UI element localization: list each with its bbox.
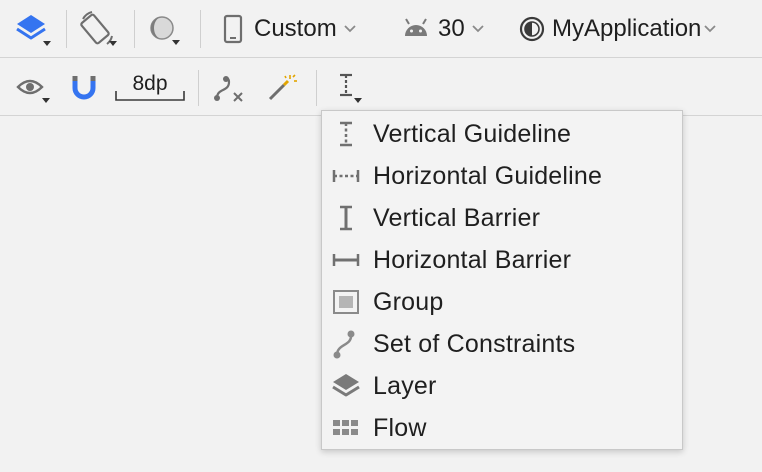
clear-constraints-button[interactable] bbox=[212, 74, 248, 104]
menu-item-set-of-constraints[interactable]: Set of Constraints bbox=[322, 323, 682, 365]
night-mode-button[interactable] bbox=[148, 13, 184, 49]
theme-label: MyApplication bbox=[552, 15, 702, 42]
eye-icon bbox=[16, 79, 50, 103]
toolbar-separator bbox=[198, 70, 199, 106]
menu-item-label: Vertical Guideline bbox=[373, 119, 572, 148]
guidelines-icon bbox=[340, 73, 362, 103]
clear-constraints-icon bbox=[214, 76, 243, 102]
flow-icon bbox=[330, 412, 362, 444]
menu-item-label: Set of Constraints bbox=[373, 329, 576, 358]
constraint-toolbar: 8dp bbox=[0, 58, 762, 116]
orientation-button[interactable] bbox=[78, 9, 118, 49]
magic-wand-icon bbox=[268, 74, 297, 101]
magnet-icon bbox=[72, 76, 96, 100]
layers-icon bbox=[16, 15, 51, 46]
rotate-device-icon bbox=[80, 11, 117, 46]
android-icon bbox=[405, 18, 427, 36]
menu-item-vertical-barrier[interactable]: Vertical Barrier bbox=[322, 197, 682, 239]
device-label: Custom bbox=[254, 15, 337, 42]
margin-selector: 8dp bbox=[114, 70, 186, 104]
infer-constraints-button[interactable] bbox=[266, 73, 298, 103]
toolbar-separator bbox=[316, 70, 317, 106]
chevron-down-icon bbox=[704, 25, 717, 33]
menu-item-label: Group bbox=[373, 287, 444, 316]
view-options-button[interactable] bbox=[16, 74, 52, 104]
theme-icon bbox=[519, 16, 545, 42]
theme-selector[interactable]: MyApplication bbox=[518, 15, 717, 43]
toolbar-separator bbox=[200, 10, 201, 48]
layer-icon bbox=[330, 370, 362, 402]
autoconnect-button[interactable] bbox=[70, 74, 98, 102]
menu-item-label: Flow bbox=[373, 413, 427, 442]
menu-item-label: Vertical Barrier bbox=[373, 203, 541, 232]
vertical-guideline-icon bbox=[330, 118, 362, 150]
group-icon bbox=[330, 286, 362, 318]
design-toolbar: Custom 30 MyApplication bbox=[0, 0, 762, 58]
guidelines-button[interactable] bbox=[334, 71, 368, 105]
default-margin-button[interactable]: 8dp bbox=[114, 70, 186, 104]
toolbar-separator bbox=[134, 10, 135, 48]
device-selector[interactable]: Custom bbox=[222, 14, 357, 44]
margin-bracket-icon bbox=[115, 91, 185, 101]
menu-item-horizontal-guideline[interactable]: Horizontal Guideline bbox=[322, 155, 682, 197]
api-level-selector[interactable]: 30 bbox=[402, 15, 485, 43]
vertical-barrier-icon bbox=[330, 202, 362, 234]
menu-item-label: Horizontal Barrier bbox=[373, 245, 572, 274]
toolbar-separator bbox=[66, 10, 67, 48]
api-label: 30 bbox=[438, 15, 465, 42]
phone-icon bbox=[223, 14, 243, 44]
menu-item-layer[interactable]: Layer bbox=[322, 365, 682, 407]
menu-item-group[interactable]: Group bbox=[322, 281, 682, 323]
chevron-down-icon bbox=[472, 25, 484, 33]
menu-item-horizontal-barrier[interactable]: Horizontal Barrier bbox=[322, 239, 682, 281]
menu-item-vertical-guideline[interactable]: Vertical Guideline bbox=[322, 113, 682, 155]
layers-button[interactable] bbox=[14, 11, 52, 49]
horizontal-guideline-icon bbox=[330, 160, 362, 192]
night-mode-icon bbox=[150, 16, 180, 45]
menu-item-flow[interactable]: Flow bbox=[322, 407, 682, 449]
menu-item-label: Layer bbox=[373, 371, 437, 400]
horizontal-barrier-icon bbox=[330, 244, 362, 276]
menu-item-label: Horizontal Guideline bbox=[373, 161, 603, 190]
constraint-set-icon bbox=[330, 328, 362, 360]
chevron-down-icon bbox=[344, 25, 356, 33]
helpers-dropdown-menu: Vertical Guideline Horizontal Guideline … bbox=[321, 110, 683, 450]
